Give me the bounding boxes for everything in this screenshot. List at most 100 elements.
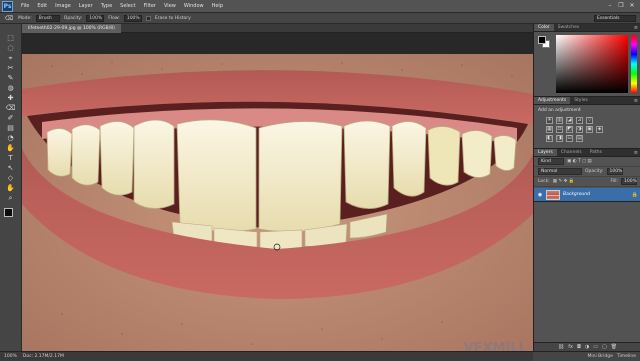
workspace-select[interactable]: Essentials [594, 15, 636, 22]
threshold-icon[interactable]: ⊡ [566, 135, 573, 142]
menu-image[interactable]: Image [51, 3, 75, 9]
tab-adjustments[interactable]: Adjustments [534, 97, 571, 104]
tab-swatches[interactable]: Swatches [554, 24, 584, 31]
layer-opacity-input[interactable]: 100% [606, 168, 623, 175]
document-tab[interactable]: lifeteeth02-29-09.jpg @ 100% (RGB/8) [22, 24, 121, 33]
layer-name: Background [563, 192, 590, 197]
move-tool-icon[interactable]: ⬚ [5, 34, 17, 42]
zoom-level[interactable]: 100% [4, 354, 17, 359]
menu-layer[interactable]: Layer [75, 3, 97, 9]
menu-filter[interactable]: Filter [140, 3, 160, 9]
link-icon[interactable]: ⛓ [558, 344, 564, 350]
tab-paths[interactable]: Paths [586, 149, 606, 156]
black-white-icon[interactable]: ◩ [566, 126, 573, 133]
color-balance-icon[interactable]: ⚖ [556, 126, 563, 133]
channel-mixer-icon[interactable]: ▣ [586, 126, 593, 133]
layer-filter-row: Kind ▣ ◐ T ◻ ▤ [534, 157, 640, 167]
lock-icon: 🔒 [631, 191, 638, 198]
zoom-tool-icon[interactable]: ⌕ [5, 194, 17, 202]
fx-icon[interactable]: fx [568, 344, 573, 350]
menu-help[interactable]: Help [208, 3, 227, 9]
eyedropper-tool-icon[interactable]: ✎ [5, 74, 17, 82]
eraser-tool-icon[interactable]: ⌫ [5, 104, 17, 112]
layer-fill-input[interactable]: 100% [621, 178, 637, 185]
menu-edit[interactable]: Edit [33, 3, 51, 9]
layer-row-background[interactable]: ◉ Background 🔒 [534, 188, 640, 202]
layer-filter-select[interactable]: Kind [538, 158, 564, 165]
panel-menu-icon[interactable]: ≡ [634, 149, 640, 156]
document-tab-bar: lifeteeth02-29-09.jpg @ 100% (RGB/8) [22, 24, 533, 33]
close-icon[interactable]: ✕ [628, 2, 636, 9]
canvas-area[interactable]: VFXMILL [22, 33, 533, 360]
adjustment-icons-row-1: ☀ ▥ ◪ ⊿ ▽ [534, 116, 640, 125]
mask-icon[interactable]: ◘ [577, 344, 581, 350]
mode-select[interactable]: Brush [35, 14, 60, 22]
photo-filter-icon[interactable]: ◑ [576, 126, 583, 133]
lasso-tool-icon[interactable]: ⌖ [5, 54, 17, 62]
color-lookup-icon[interactable]: ◈ [596, 126, 603, 133]
eraser-tool-icon[interactable]: ⌫ [4, 14, 14, 22]
levels-icon[interactable]: ▥ [556, 117, 563, 124]
history-brush-tool-icon[interactable]: ✐ [5, 114, 17, 122]
tab-mini-bridge[interactable]: Mini Bridge [588, 354, 613, 359]
type-tool-icon[interactable]: T [5, 154, 17, 162]
vibrance-icon[interactable]: ▽ [586, 117, 593, 124]
trash-icon[interactable]: 🗑 [611, 344, 617, 350]
hue-saturation-icon[interactable]: ▦ [546, 126, 553, 133]
menu-select[interactable]: Select [116, 3, 139, 9]
healing-tool-icon[interactable]: ◍ [5, 84, 17, 92]
invert-icon[interactable]: ◧ [546, 135, 553, 142]
teeth-photo[interactable]: VFXMILL [22, 54, 533, 360]
menu-view[interactable]: View [160, 3, 180, 9]
new-layer-icon[interactable]: ▢ [602, 344, 607, 350]
filter-icons[interactable]: ▣ ◐ T ◻ ▤ [567, 159, 592, 164]
curves-icon[interactable]: ◪ [566, 117, 573, 124]
dodge-tool-icon[interactable]: ◔ [5, 134, 17, 142]
flow-input[interactable]: 100% [123, 14, 142, 22]
adjustment-layer-icon[interactable]: ◑ [585, 344, 589, 350]
adjustment-icons-row-2: ▦ ⚖ ◩ ◑ ▣ ◈ [534, 125, 640, 134]
panel-menu-icon[interactable]: ≡ [634, 97, 640, 104]
photoshop-logo: Ps [2, 0, 13, 12]
status-bar: 100% Doc: 2.17M/2.17M Mini Bridge Timeli… [0, 351, 640, 361]
adjustments-panel: Adjustments Styles ≡ Add an adjustment ☀… [534, 96, 640, 148]
menu-type[interactable]: Type [97, 3, 116, 9]
menu-bar: Ps File Edit Image Layer Type Select Fil… [0, 0, 640, 13]
tab-channels[interactable]: Channels [557, 149, 586, 156]
tools-panel: ⬚ ◌ ⌖ ✂ ✎ ◍ ✚ ⌫ ✐ ▤ ◔ ✋ T ↖ ◇ ✋ ⌕ [0, 24, 22, 351]
tab-layers[interactable]: Layers [534, 149, 557, 156]
opacity-input[interactable]: 100% [86, 14, 105, 22]
tab-color[interactable]: Color [534, 24, 554, 31]
color-picker-field[interactable] [556, 35, 628, 93]
restore-icon[interactable]: ❐ [617, 2, 625, 9]
hand-tool-icon[interactable]: ✋ [5, 184, 17, 192]
group-icon[interactable]: ▭ [593, 344, 598, 350]
gradient-tool-icon[interactable]: ▤ [5, 124, 17, 132]
visibility-eye-icon[interactable]: ◉ [537, 192, 543, 198]
gradient-map-icon[interactable]: ▤ [576, 135, 583, 142]
tool-color-swatches[interactable] [3, 208, 18, 222]
minimize-icon[interactable]: – [606, 2, 614, 9]
brightness-contrast-icon[interactable]: ☀ [546, 117, 553, 124]
brush-tool-icon[interactable]: ✚ [5, 94, 17, 102]
shape-tool-icon[interactable]: ◇ [5, 174, 17, 182]
hue-slider[interactable] [631, 35, 637, 93]
panel-foreground-swatch[interactable] [538, 36, 546, 44]
marquee-tool-icon[interactable]: ◌ [5, 44, 17, 52]
erase-history-checkbox[interactable] [145, 15, 151, 21]
exposure-icon[interactable]: ⊿ [576, 117, 583, 124]
tab-timeline[interactable]: Timeline [617, 354, 636, 359]
foreground-color-swatch[interactable] [3, 208, 13, 217]
menu-file[interactable]: File [17, 3, 33, 9]
doc-size[interactable]: Doc: 2.17M/2.17M [23, 354, 64, 359]
path-selection-tool-icon[interactable]: ↖ [5, 164, 17, 172]
panel-menu-icon[interactable]: ≡ [634, 24, 640, 31]
menu-window[interactable]: Window [180, 3, 208, 9]
pen-tool-icon[interactable]: ✋ [5, 144, 17, 152]
adjustment-icons-row-3: ◧ ◨ ⊡ ▤ [534, 134, 640, 143]
posterize-icon[interactable]: ◨ [556, 135, 563, 142]
lock-icons[interactable]: ▦ ✎ ✥ 🔒 [553, 179, 575, 184]
blend-mode-select[interactable]: Normal [538, 168, 582, 175]
crop-tool-icon[interactable]: ✂ [5, 64, 17, 72]
tab-styles[interactable]: Styles [570, 97, 592, 104]
